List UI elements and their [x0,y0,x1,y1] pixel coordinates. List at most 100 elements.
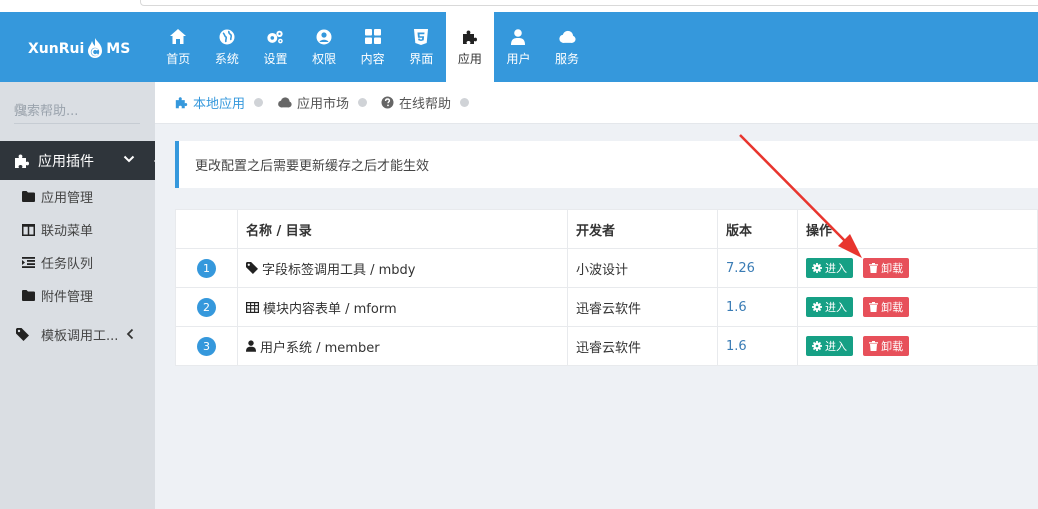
nav-label: 权限 [312,51,337,66]
indent-icon [22,257,35,268]
chevron-down-icon [123,153,135,169]
columns-icon [22,223,35,236]
col-header-version[interactable]: 版本 [717,209,798,249]
breadcrumb-label: 在线帮助 [399,97,452,112]
table-row: 1 字段标签调用工具 / mbdy 小波设计 7.26 进入 卸载 [175,248,1038,288]
nav-label: 系统 [214,51,239,66]
uninstall-button-label: 卸载 [881,340,904,353]
sidebar-item-app-management[interactable]: 应用管理 [0,180,155,213]
gear-icon [812,302,822,312]
puzzle-icon [175,96,188,109]
tab-local-apps[interactable]: 本地应用 [175,93,245,112]
table-header-row: 名称 / 目录 开发者 版本 操作 [175,209,1038,249]
puzzle-icon [14,153,30,169]
sidebar-item-task-queue[interactable]: 任务队列 [0,246,155,279]
nav-label: 内容 [360,51,385,66]
developer-cell: 小波设计 [567,248,718,288]
row-number-badge: 2 [197,297,216,317]
sidebar-item-linkage-menu[interactable]: 联动菜单 [0,213,155,246]
version-cell: 1.6 [717,287,798,327]
logo-text-right: MS [106,41,131,57]
top-header: XunRui MS 首页 系统 设置 权限 内容 界面 应用 用户 服务 [0,12,1038,82]
tab-online-help[interactable]: 在线帮助 [381,93,451,112]
browser-top-strip [0,0,1038,12]
col-header-name[interactable]: 名称 / 目录 [237,209,568,249]
browser-tab-edge [140,0,1038,6]
actions-cell: 进入 卸载 [797,287,1038,327]
cloud-icon [558,28,576,46]
uninstall-button[interactable]: 卸载 [863,258,910,278]
question-circle-icon [381,96,394,109]
breadcrumb-separator [460,98,470,107]
actions-cell: 进入 卸载 [797,326,1038,366]
user-circle-icon [315,28,333,46]
gear-icon [812,341,822,351]
col-header-developer[interactable]: 开发者 [567,209,718,249]
gear-icon [812,263,822,273]
html5-icon [412,28,430,46]
version-cell: 7.26 [717,248,798,288]
user-icon [246,340,256,352]
table-icon [246,301,259,313]
enter-button[interactable]: 进入 [806,336,853,356]
app-name: 模块内容表单 / mform [263,301,397,317]
app-name-cell: 用户系统 / member [237,326,568,366]
row-index-cell: 3 [175,326,238,366]
folder-icon [22,290,35,301]
sidebar: 搜索帮助... 应用插件 应用管理 联动菜单 任务队列 附件管理 模板调用工..… [0,82,163,509]
nav-item-system[interactable]: 系统 [203,12,252,82]
nav-item-content[interactable]: 内容 [348,12,397,82]
search-icon[interactable] [14,103,134,121]
home-icon [169,28,187,46]
breadcrumb-label: 应用市场 [297,97,350,112]
developer-cell: 迅睿云软件 [567,287,718,327]
nav-item-apps[interactable]: 应用 [445,12,495,82]
logo-text-left: XunRui [28,41,85,57]
enter-button-label: 进入 [825,301,847,314]
enter-button-label: 进入 [825,340,847,353]
enter-button-label: 进入 [825,262,847,275]
cogs-icon [266,28,284,46]
nav-label: 设置 [263,51,288,66]
breadcrumb: 本地应用 应用市场 在线帮助 [155,82,1038,124]
sidebar-group-label: 模板调用工... [41,328,119,344]
sidebar-item-attachment-management[interactable]: 附件管理 [0,279,155,312]
version-cell: 1.6 [717,326,798,366]
puzzle-icon [461,28,479,46]
sidebar-group-template-tools[interactable]: 模板调用工... [0,316,155,352]
nav-item-users[interactable]: 用户 [494,12,543,82]
logo[interactable]: XunRui MS [28,38,130,60]
nav-item-interface[interactable]: 界面 [397,12,446,82]
app-name-cell: 字段标签调用工具 / mbdy [237,248,568,288]
table-row: 3 用户系统 / member 迅睿云软件 1.6 进入 卸载 [175,326,1038,366]
sidebar-item-label: 联动菜单 [41,224,94,239]
nav-item-permissions[interactable]: 权限 [300,12,349,82]
top-nav: 首页 系统 设置 权限 内容 界面 应用 用户 服务 [154,12,591,82]
info-alert: 更改配置之后需要更新缓存之后才能生效 [175,141,1038,188]
sidebar-submenu: 应用管理 联动菜单 任务队列 附件管理 [0,180,155,312]
col-header-index [175,209,238,249]
alert-text: 更改配置之后需要更新缓存之后才能生效 [195,159,430,174]
uninstall-button[interactable]: 卸载 [863,297,910,317]
nav-label: 用户 [506,51,531,66]
app-name-cell: 模块内容表单 / mform [237,287,568,327]
enter-button[interactable]: 进入 [806,297,853,317]
enter-button[interactable]: 进入 [806,258,853,278]
nav-item-services[interactable]: 服务 [543,12,592,82]
user-icon [509,28,527,46]
chevron-left-icon [125,328,135,344]
sidebar-group-app-plugins[interactable]: 应用插件 [0,141,163,180]
sidebar-search[interactable]: 搜索帮助... [14,96,140,124]
uninstall-button-label: 卸载 [881,301,904,314]
nav-item-home[interactable]: 首页 [154,12,203,82]
breadcrumb-separator [254,98,264,107]
row-number-badge: 3 [197,336,216,356]
actions-cell: 进入 卸载 [797,248,1038,288]
table-row: 2 模块内容表单 / mform 迅睿云软件 1.6 进入 卸载 [175,287,1038,327]
tab-app-market[interactable]: 应用市场 [277,93,349,112]
nav-item-settings[interactable]: 设置 [251,12,300,82]
uninstall-button[interactable]: 卸载 [863,336,910,356]
breadcrumb-separator [358,98,368,107]
tag-icon [16,327,29,341]
row-number-badge: 1 [197,258,216,278]
